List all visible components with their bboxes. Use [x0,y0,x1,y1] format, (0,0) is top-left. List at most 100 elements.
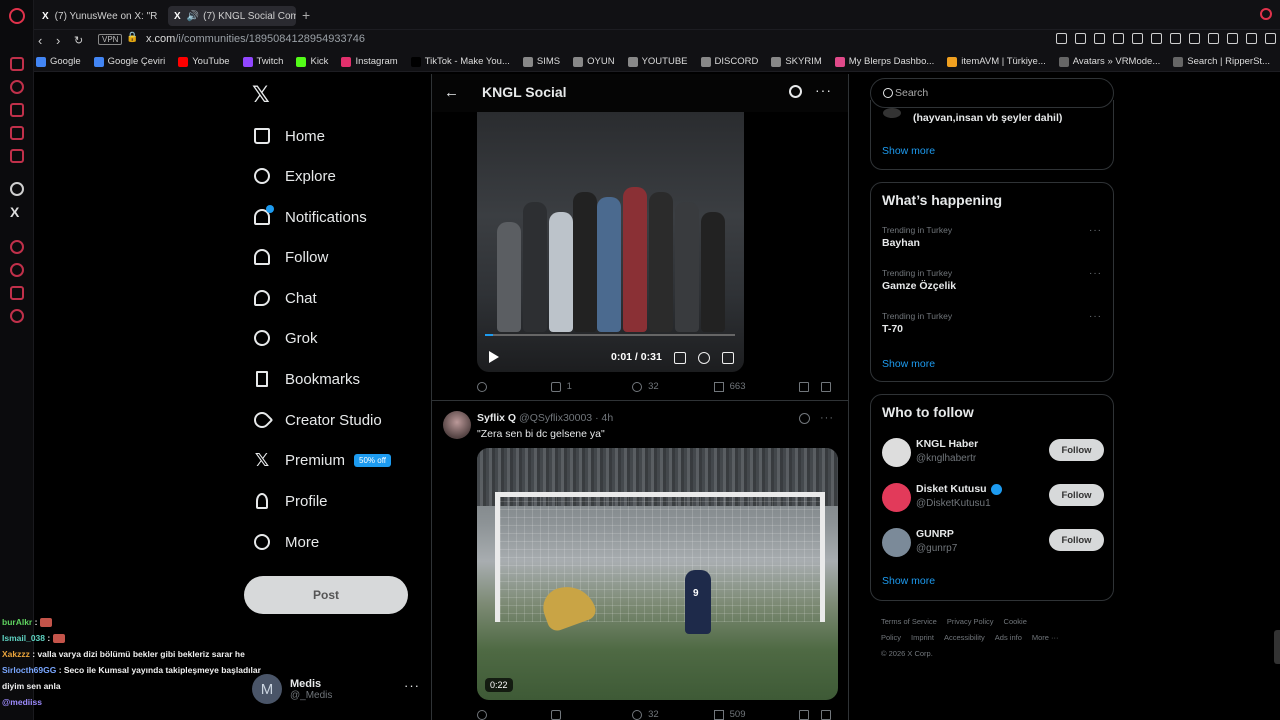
messenger-icon[interactable] [10,149,24,163]
like-button[interactable]: 32 [632,381,714,392]
extensions-icon[interactable] [1189,33,1200,44]
tweet-author-handle[interactable]: @QSyflix30003 [519,412,592,424]
lock-icon[interactable]: 🔒 [126,32,138,43]
video-player[interactable]: 9 0:22 [477,448,838,700]
bookmark-item[interactable]: Google Çeviri [93,56,165,67]
back-arrow-icon[interactable]: ← [444,84,459,101]
volume-icon[interactable] [674,352,686,364]
search-icon[interactable] [789,85,802,98]
url-field[interactable]: x.com/i/communities/1895084128954933746 [146,33,365,45]
like-button[interactable]: 32 [632,709,714,720]
account-switcher[interactable]: M Medis @_Medis ··· [252,674,419,704]
avatar[interactable] [882,528,911,557]
more-dots-icon[interactable]: ··· [820,412,834,424]
search-tabs-icon[interactable] [1260,8,1272,20]
bookmark-item[interactable]: DISCORD [700,56,758,67]
trend-item[interactable]: Trending in Turkey Gamze Özçelik ··· [882,268,1102,292]
follow-suggestion[interactable]: KNGL Haber @knglhabertr Follow [882,437,1104,473]
bookmark-button[interactable] [799,709,821,720]
nav-item-more[interactable]: More [252,532,319,552]
bookmark-item[interactable]: Twitch [242,56,283,67]
tab-yunuswee[interactable]: X (7) YunusWee on X: "R ✕ [36,6,164,26]
grok-icon[interactable] [799,412,810,424]
bookmark-button[interactable] [799,381,821,392]
footer-link[interactable]: More ··· [1032,633,1059,642]
menu-icon[interactable] [1265,33,1276,44]
fullscreen-icon[interactable] [722,352,734,364]
tweet-author-name[interactable]: Syflix Q [477,412,516,424]
bookmark-item[interactable]: SKYRIM [771,56,822,67]
vpn-badge[interactable]: VPN [98,34,123,45]
player-icon[interactable] [10,240,24,254]
nav-item-explore[interactable]: Explore [252,166,336,186]
shopping-bag-icon[interactable] [10,103,24,117]
nav-item-profile[interactable]: Profile [252,491,328,511]
reply-button[interactable] [477,709,551,720]
follow-suggestion[interactable]: GUNRP @gunrp7 Follow [882,527,1104,563]
search-input[interactable]: Search [870,78,1114,108]
bookmark-item[interactable]: SIMS [522,56,560,67]
show-more-link[interactable]: Show more [882,358,935,370]
bookmark-item[interactable]: YouTube [178,56,230,67]
bookmark-item[interactable]: OYUN [573,56,615,67]
show-more-link[interactable]: Show more [882,145,935,157]
profile-icon[interactable] [1246,33,1257,44]
follow-suggestion[interactable]: Disket Kutusu @DisketKutusu1 Follow [882,482,1104,518]
settings-icon[interactable] [10,309,24,323]
follow-button[interactable]: Follow [1049,484,1104,506]
more-dots-icon[interactable]: ··· [1089,268,1102,279]
footer-link[interactable]: Imprint [911,633,934,642]
chatgpt-icon[interactable] [10,182,24,196]
bookmark-item[interactable]: Search | RipperSt... [1173,56,1270,67]
bookmark-item[interactable]: Instagram [341,56,398,67]
nav-item-grok[interactable]: Grok [251,327,318,349]
footer-link[interactable]: Ads info [995,633,1022,642]
views-button[interactable]: 509 [713,709,800,720]
heart-icon[interactable] [1170,33,1181,44]
footer-link[interactable]: Accessibility [944,633,985,642]
tab-kngl-social[interactable]: X 🔊 (7) KNGL Social Comm [168,6,296,26]
video-progress-bar[interactable] [485,334,735,336]
nav-item-bookmarks[interactable]: Bookmarks [252,369,360,389]
bookmark-item[interactable]: Google [36,56,81,67]
mail-icon[interactable] [10,57,24,71]
more-dots-icon[interactable]: ··· [404,678,420,693]
screenshot-icon[interactable] [1113,33,1124,44]
download-icon[interactable] [1227,33,1238,44]
reload-icon[interactable]: ↻ [74,34,83,47]
bookmark-item[interactable]: Kick [296,56,328,67]
extensions-icon[interactable] [10,286,24,300]
share-button[interactable] [821,381,837,392]
bookmark-item[interactable]: My Blerps Dashbo... [834,56,934,67]
trend-item[interactable]: Trending in Turkey Bayhan ··· [882,225,1102,249]
post-button[interactable]: Post [244,576,408,614]
bookmark-item[interactable]: itemAVM | Türkiye... [947,56,1046,67]
x-logo-icon[interactable]: 𝕏 [252,82,270,108]
follow-button[interactable]: Follow [1049,439,1104,461]
more-dots-icon[interactable]: ··· [1089,311,1102,322]
easy-setup-icon[interactable] [1208,33,1219,44]
nav-item-creator-studio[interactable]: Creator Studio [250,408,382,432]
nav-item-notifications[interactable]: Notifications [252,205,367,227]
bookmark-item[interactable]: Avatars » VRMode... [1058,56,1160,67]
avatar[interactable] [882,483,911,512]
play-icon[interactable] [1151,33,1162,44]
history-icon[interactable] [10,263,24,277]
nav-item-chat[interactable]: Chat [252,288,317,308]
gaming-icon[interactable] [10,126,24,140]
shield-icon[interactable] [1094,33,1105,44]
more-dots-icon[interactable]: ··· [1089,225,1102,236]
snapshot-icon[interactable] [1075,33,1086,44]
footer-link[interactable]: Privacy Policy [947,617,994,626]
x-sidebar-icon[interactable]: X [10,204,19,220]
back-arrow-icon[interactable]: ‹ [38,33,42,48]
more-dots-icon[interactable]: ··· [815,82,832,98]
opera-logo-icon[interactable] [9,8,25,24]
refresh-icon[interactable] [10,80,24,94]
share-button[interactable] [821,709,837,720]
bookmark-item[interactable]: TikTok - Make You... [410,56,510,67]
nav-item-follow[interactable]: Follow [252,247,328,267]
bookmark-item[interactable]: YOUTUBE [627,56,688,67]
trend-item[interactable]: Trending in Turkey T-70 ··· [882,311,1102,335]
footer-link[interactable]: Terms of Service [881,617,937,626]
